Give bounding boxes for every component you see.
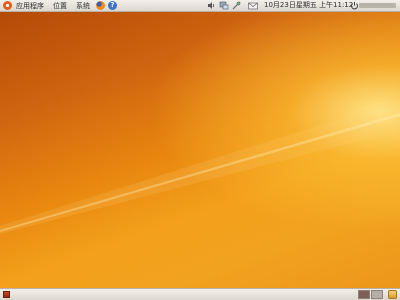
workspace-1[interactable] xyxy=(358,290,370,299)
update-icon[interactable] xyxy=(232,0,241,11)
mail-icon[interactable] xyxy=(248,0,258,11)
show-desktop-icon[interactable] xyxy=(3,291,10,298)
clock[interactable]: 10月23日星期五 上午11:12 xyxy=(264,0,353,11)
wallpaper-light-streak xyxy=(0,100,400,234)
menu-places[interactable]: 位置 xyxy=(53,1,67,11)
volume-icon[interactable] xyxy=(207,0,216,11)
workspace-2[interactable] xyxy=(371,290,383,299)
user-name-blurred[interactable] xyxy=(359,3,396,8)
desktop-wallpaper[interactable] xyxy=(0,12,400,288)
network-icon[interactable] xyxy=(219,0,229,11)
trash-icon[interactable] xyxy=(388,290,397,299)
ubuntu-logo-icon[interactable] xyxy=(3,1,12,10)
bottom-panel xyxy=(0,288,400,300)
firefox-icon[interactable] xyxy=(96,1,105,10)
power-icon[interactable] xyxy=(350,0,359,11)
menu-system[interactable]: 系统 xyxy=(76,1,90,11)
help-icon[interactable]: ? xyxy=(108,1,117,10)
top-panel: 应用程序 位置 系统 ? 10月23日星期五 上午11:12 xyxy=(0,0,400,12)
menu-applications[interactable]: 应用程序 xyxy=(16,1,44,11)
